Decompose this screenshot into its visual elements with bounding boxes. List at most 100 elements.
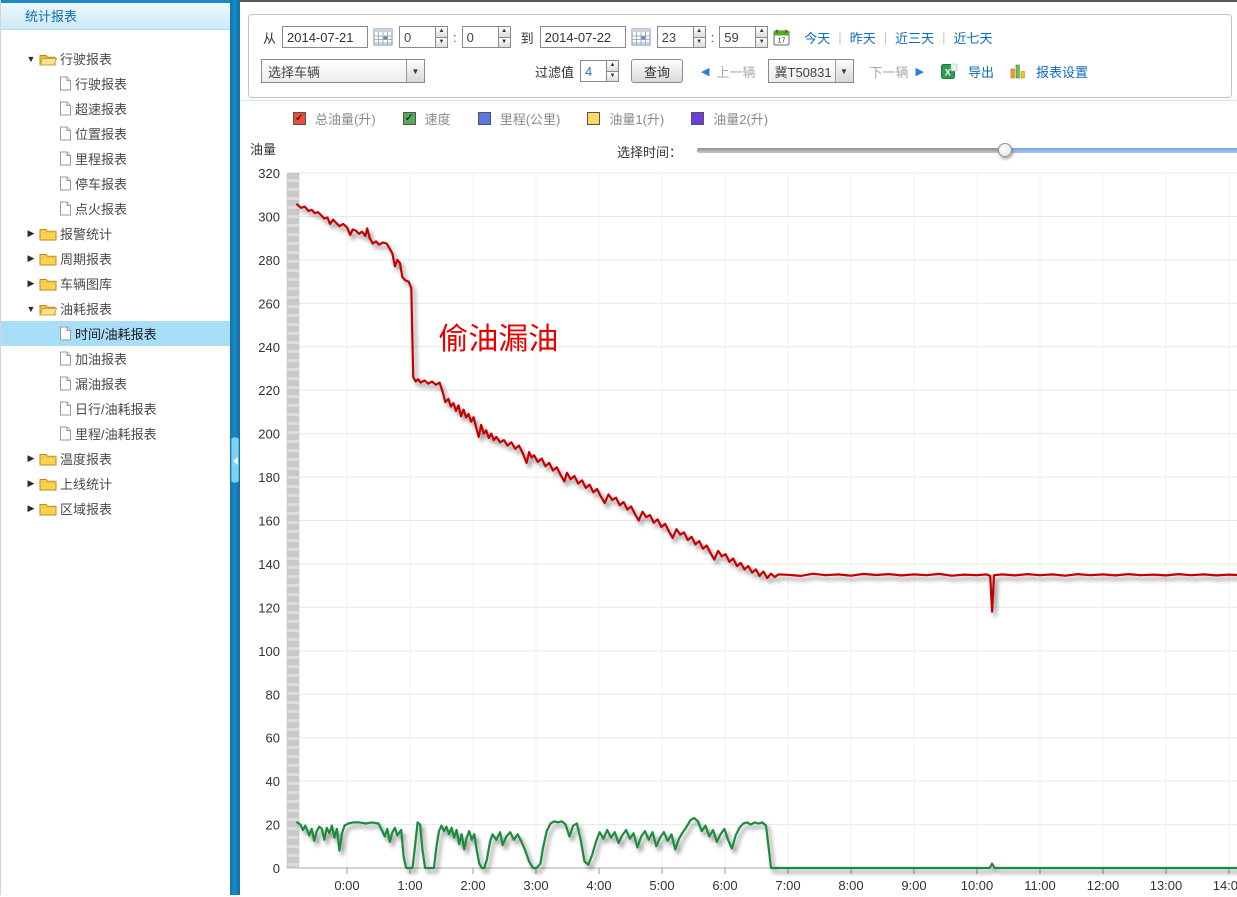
tree-item-label[interactable]: 位置报表 (75, 124, 127, 143)
tree-item-label[interactable]: 日行/油耗报表 (75, 399, 157, 418)
document-icon-wrap (59, 101, 72, 116)
tree-item-label[interactable]: 超速报表 (75, 99, 127, 118)
tree-item-row[interactable]: 漏油报表 (1, 371, 231, 396)
tree-folder-label[interactable]: 油耗报表 (60, 299, 112, 318)
tree-folder-row[interactable]: ▼ 行驶报表 (1, 46, 231, 71)
folder-icon-wrap (39, 227, 57, 241)
x-tick-label: 12:00 (1087, 878, 1120, 893)
y-tick-label: 320 (258, 166, 280, 181)
tree-item-row[interactable]: 超速报表 (1, 96, 231, 121)
folder-icon (39, 502, 57, 516)
document-icon (59, 201, 72, 216)
collapse-left-icon (233, 457, 238, 465)
x-tick-label: 10:00 (961, 878, 994, 893)
tree-item-row[interactable]: 加油报表 (1, 346, 231, 371)
tree-folder-label[interactable]: 周期报表 (60, 249, 112, 268)
tree-folder-row[interactable]: ▼ 油耗报表 (1, 296, 231, 321)
series-line-speed (297, 818, 1237, 868)
folder-icon-wrap (39, 477, 57, 491)
tree-item-row[interactable]: 里程报表 (1, 146, 231, 171)
folder-icon-wrap (39, 452, 57, 466)
folder-icon-wrap (39, 277, 57, 291)
tree-item-row[interactable]: 行驶报表 (1, 71, 231, 96)
document-icon (59, 326, 72, 341)
y-tick-label: 100 (258, 644, 280, 659)
triangle-expanded-icon[interactable]: ▼ (25, 54, 37, 64)
sidebar: 统计报表 ▼行驶报表行驶报表超速报表位置报表里程报表停车报表点火报表▶报警统计▶… (0, 0, 230, 895)
document-icon (59, 176, 72, 191)
x-tick-label: 5:00 (649, 878, 674, 893)
tree-item-row[interactable]: 停车报表 (1, 171, 231, 196)
document-icon-wrap (59, 76, 72, 91)
tree-item-row[interactable]: 位置报表 (1, 121, 231, 146)
document-icon-wrap (59, 126, 72, 141)
splitter-collapse-handle[interactable] (231, 437, 239, 483)
tree-folder-row[interactable]: ▶ 区域报表 (1, 496, 231, 521)
y-tick-label: 140 (258, 557, 280, 572)
tree-item-label[interactable]: 里程报表 (75, 149, 127, 168)
folder-icon-wrap (39, 502, 57, 516)
tree-item-label[interactable]: 里程/油耗报表 (75, 424, 157, 443)
fuel-chart: 0:001:002:003:004:005:006:007:008:009:00… (240, 2, 1237, 897)
triangle-collapsed-icon[interactable]: ▶ (25, 478, 37, 489)
y-tick-label: 280 (258, 253, 280, 268)
tree-folder-row[interactable]: ▶ 温度报表 (1, 446, 231, 471)
folder-icon-wrap (39, 302, 57, 316)
triangle-collapsed-icon[interactable]: ▶ (25, 228, 37, 239)
tree-item-label[interactable]: 点火报表 (75, 199, 127, 218)
document-icon-wrap (59, 176, 72, 191)
tree-folder-row[interactable]: ▶ 上线统计 (1, 471, 231, 496)
tree-folder-label[interactable]: 行驶报表 (60, 49, 112, 68)
triangle-collapsed-icon[interactable]: ▶ (25, 503, 37, 514)
tree-item-label[interactable]: 行驶报表 (75, 74, 127, 93)
document-icon (59, 351, 72, 366)
x-tick-label: 0:00 (334, 878, 359, 893)
x-tick-label: 4:00 (586, 878, 611, 893)
tree-folder-row[interactable]: ▶ 报警统计 (1, 221, 231, 246)
tree-folder-label[interactable]: 温度报表 (60, 449, 112, 468)
tree-folder-label[interactable]: 区域报表 (60, 499, 112, 518)
chart-left-scroll-band[interactable] (287, 173, 299, 868)
tree-item-label[interactable]: 漏油报表 (75, 374, 127, 393)
folder-icon-wrap (39, 52, 57, 66)
y-tick-label: 20 (266, 818, 280, 833)
x-tick-label: 11:00 (1024, 878, 1056, 893)
document-icon-wrap (59, 351, 72, 366)
sidebar-splitter[interactable] (230, 0, 240, 895)
document-icon (59, 101, 72, 116)
document-icon-wrap (59, 201, 72, 216)
document-icon-wrap (59, 401, 72, 416)
y-tick-label: 240 (258, 340, 280, 355)
tree-folder-label[interactable]: 上线统计 (60, 474, 112, 493)
tree-item-row[interactable]: 点火报表 (1, 196, 231, 221)
triangle-collapsed-icon[interactable]: ▶ (25, 453, 37, 464)
tree-item-row[interactable]: 里程/油耗报表 (1, 421, 231, 446)
triangle-expanded-icon[interactable]: ▼ (25, 304, 37, 314)
series-line-total-fuel (297, 205, 1237, 612)
tree-folder-row[interactable]: ▶ 周期报表 (1, 246, 231, 271)
triangle-collapsed-icon[interactable]: ▶ (25, 253, 37, 264)
y-tick-label: 180 (258, 470, 280, 485)
triangle-collapsed-icon[interactable]: ▶ (25, 278, 37, 289)
tree-item-row-selected[interactable]: 时间/油耗报表 (1, 321, 231, 346)
tree-item-label[interactable]: 时间/油耗报表 (75, 324, 157, 343)
y-tick-label: 120 (258, 600, 280, 615)
tree-item-row[interactable]: 日行/油耗报表 (1, 396, 231, 421)
x-tick-label: 13:00 (1150, 878, 1183, 893)
x-tick-label: 9:00 (901, 878, 926, 893)
tree-folder-row[interactable]: ▶ 车辆图库 (1, 271, 231, 296)
tree-item-label[interactable]: 停车报表 (75, 174, 127, 193)
x-tick-label: 7:00 (775, 878, 800, 893)
folder-open-icon (39, 52, 57, 66)
fuel-theft-annotation: 偷油漏油 (438, 322, 558, 357)
document-icon (59, 401, 72, 416)
document-icon (59, 426, 72, 441)
tree-folder-label[interactable]: 报警统计 (60, 224, 112, 243)
x-tick-label: 14:00 (1213, 878, 1237, 893)
y-tick-label: 160 (258, 514, 280, 529)
folder-icon (39, 277, 57, 291)
document-icon (59, 126, 72, 141)
tree-folder-label[interactable]: 车辆图库 (60, 274, 112, 293)
y-tick-label: 220 (258, 383, 280, 398)
tree-item-label[interactable]: 加油报表 (75, 349, 127, 368)
